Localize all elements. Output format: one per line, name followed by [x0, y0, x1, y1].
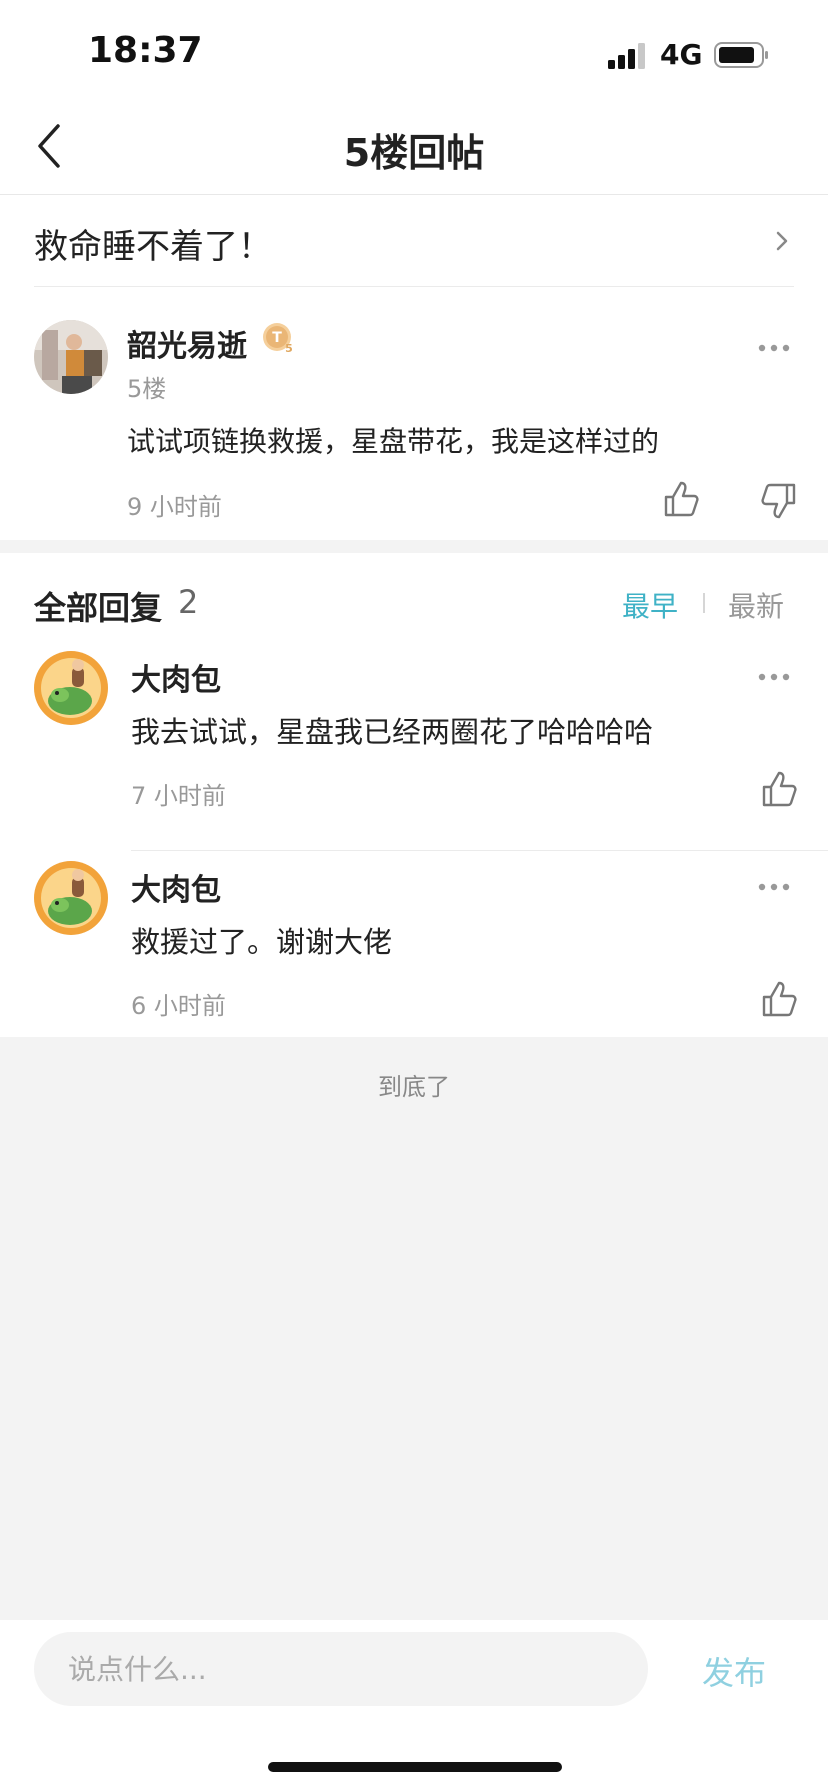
reply-time: 6 小时前 — [131, 992, 226, 1020]
thumbs-up-icon[interactable] — [760, 979, 798, 1019]
sort-earliest-tab[interactable]: 最早 — [622, 585, 678, 625]
more-options-icon[interactable] — [757, 881, 791, 893]
sort-latest-tab[interactable]: 最新 — [728, 585, 784, 625]
level-badge-icon: T 5 — [263, 323, 293, 355]
replies-section: 全部回复 2 最早 最新 大肉包 我去试试，星盘我已经两圈花了哈哈哈哈 7 小时… — [0, 553, 828, 1037]
network-type: 4G — [660, 38, 703, 71]
reply-content: 我去试试，星盘我已经两圈花了哈哈哈哈 — [131, 715, 654, 749]
reply-time: 7 小时前 — [131, 782, 226, 810]
post-time: 9 小时前 — [127, 493, 222, 521]
reply-author[interactable]: 大肉包 — [131, 655, 221, 699]
reply-item: 大肉包 救援过了。谢谢大佬 6 小时前 — [0, 851, 828, 1061]
reply-item: 大肉包 我去试试，星盘我已经两圈花了哈哈哈哈 7 小时前 — [0, 641, 828, 851]
thread-title: 救命睡不着了！ — [34, 227, 272, 267]
floor-number: 5楼 — [127, 375, 167, 403]
chevron-right-icon — [776, 231, 788, 251]
floor-post: 韶光易逝 T 5 5楼 试试项链换救援，星盘带花，我是这样过的 9 小时前 — [0, 287, 828, 540]
replies-count: 2 — [178, 583, 199, 621]
post-content: 试试项链换救援，星盘带花，我是这样过的 — [127, 425, 660, 458]
page-title: 5楼回帖 — [343, 131, 485, 175]
svg-text:5: 5 — [285, 342, 293, 355]
replies-header: 全部回复 — [34, 589, 163, 627]
bottom-bar: 发布 — [0, 1620, 828, 1792]
more-options-icon[interactable] — [757, 671, 791, 683]
status-bar: 18:37 4G — [0, 0, 828, 100]
thumbs-up-icon[interactable] — [662, 479, 700, 519]
cellular-signal-icon — [608, 43, 645, 69]
reply-content: 救援过了。谢谢大佬 — [131, 925, 393, 959]
avatar[interactable] — [34, 861, 108, 935]
status-time: 18:37 — [88, 30, 203, 71]
svg-text:T: T — [272, 330, 282, 346]
thumbs-down-icon[interactable] — [760, 481, 798, 521]
home-indicator[interactable] — [268, 1762, 562, 1772]
post-author[interactable]: 韶光易逝 — [127, 321, 247, 365]
nav-bar: 5楼回帖 — [0, 100, 828, 195]
sort-separator — [703, 593, 705, 613]
publish-button[interactable]: 发布 — [702, 1648, 766, 1694]
thumbs-up-icon[interactable] — [760, 769, 798, 809]
thread-title-row[interactable]: 救命睡不着了！ — [0, 195, 828, 287]
end-of-list-text: 到底了 — [378, 1073, 450, 1101]
avatar[interactable] — [34, 651, 108, 725]
avatar[interactable] — [34, 320, 108, 394]
comment-input[interactable] — [34, 1632, 648, 1706]
reply-author[interactable]: 大肉包 — [131, 865, 221, 909]
more-options-icon[interactable] — [757, 342, 791, 354]
battery-icon — [714, 42, 768, 68]
